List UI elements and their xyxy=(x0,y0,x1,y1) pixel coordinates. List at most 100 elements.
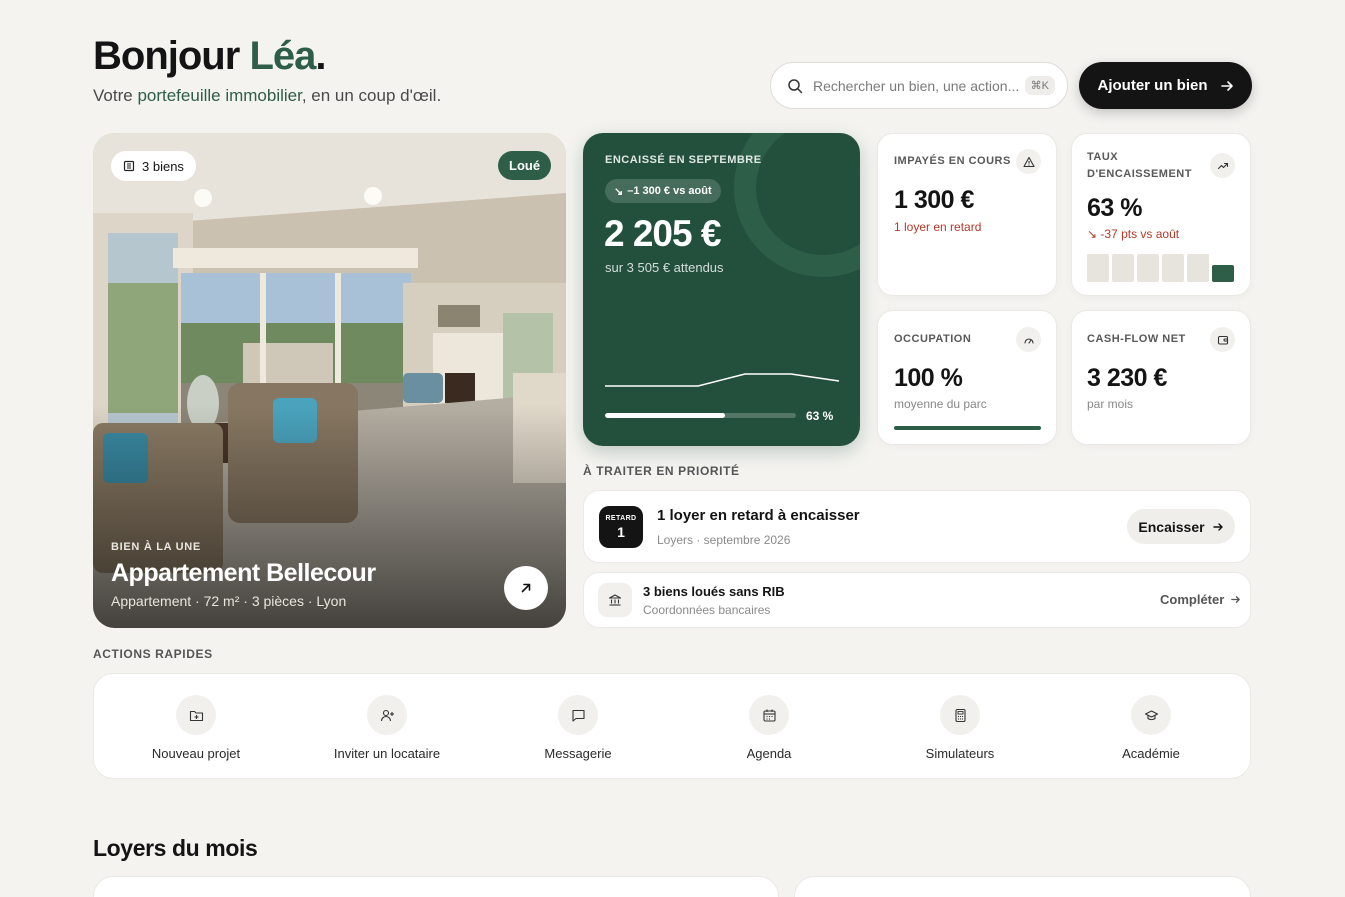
featured-eyebrow: BIEN À LA UNE xyxy=(111,541,201,553)
rents-card-right[interactable] xyxy=(794,876,1251,897)
late-badge-label: RETARD xyxy=(605,515,637,522)
quick-action-calendar[interactable]: Agenda xyxy=(674,674,864,780)
arrow-right-icon xyxy=(1220,80,1233,91)
missing-rib-title: 3 biens loués sans RIB xyxy=(643,584,785,599)
collection-rate-minichart xyxy=(1087,254,1234,282)
arrow-right-icon xyxy=(1231,596,1241,603)
search-placeholder: Rechercher un bien, une action... xyxy=(813,77,1020,94)
complete-link[interactable]: Compléter xyxy=(1160,592,1241,607)
missing-rib-task[interactable] xyxy=(583,572,1251,628)
occupancy-value: 100 % xyxy=(894,364,963,392)
rented-status-badge: Loué xyxy=(498,151,552,180)
property-count-badge[interactable]: 3 biens xyxy=(111,151,196,181)
rents-card-left[interactable] xyxy=(93,876,779,897)
folder-plus-icon xyxy=(176,695,216,735)
complete-link-label: Compléter xyxy=(1160,592,1225,607)
quick-actions-panel: Nouveau projet Inviter un locataire Mess… xyxy=(93,673,1251,779)
quick-action-label: Simulateurs xyxy=(925,746,995,761)
cashflow-label: CASH-FLOW NET xyxy=(1087,333,1186,345)
wallet-icon xyxy=(1210,327,1235,352)
collected-progress-fill xyxy=(605,413,726,418)
collect-button[interactable]: Encaisser xyxy=(1127,509,1235,544)
subtitle-suffix: , en un coup d'œil. xyxy=(301,86,442,105)
graduation-cap-icon xyxy=(1131,695,1171,735)
late-rent-title: 1 loyer en retard à encaisser xyxy=(657,507,860,524)
missing-rib-sub: Coordonnées bancaires xyxy=(643,603,771,617)
greeting-suffix: . xyxy=(315,34,326,78)
quick-action-simulators[interactable]: Simulateurs xyxy=(865,674,1055,780)
greeting: Bonjour Léa. xyxy=(93,34,327,79)
collected-delta-label: –1 300 € vs août xyxy=(627,185,712,197)
collection-rate-label: TAUX D'ENCAISSEMENT xyxy=(1087,149,1192,183)
featured-property-title: Appartement Bellecour xyxy=(111,559,376,587)
occupancy-label: OCCUPATION xyxy=(894,333,972,345)
late-badge: RETARD 1 xyxy=(599,506,643,548)
collected-progress-bar xyxy=(605,413,796,418)
featured-property-card[interactable] xyxy=(93,133,566,628)
trending-up-icon xyxy=(1210,153,1235,178)
arrow-up-right-icon xyxy=(521,583,531,593)
occupancy-progress-bar xyxy=(894,426,1041,430)
subtitle-highlight: portefeuille immobilier xyxy=(137,86,302,105)
cashflow-value: 3 230 € xyxy=(1087,364,1167,392)
trend-down-icon: ↘ xyxy=(614,185,624,198)
quick-action-label: Agenda xyxy=(746,746,792,761)
quick-action-label: Nouveau projet xyxy=(151,746,241,761)
quick-action-new-project[interactable]: Nouveau projet xyxy=(101,674,291,780)
late-badge-count: 1 xyxy=(617,524,625,540)
rents-section-title: Loyers du mois xyxy=(93,835,258,861)
minichart-bar xyxy=(1087,254,1109,282)
unpaid-sub: 1 loyer en retard xyxy=(894,220,982,234)
quick-action-label: Messagerie xyxy=(544,746,612,761)
collected-progress-label: 63 % xyxy=(806,409,834,423)
subtitle-prefix: Votre xyxy=(93,86,133,105)
gauge-icon xyxy=(1016,327,1041,352)
quick-action-messages[interactable]: Messagerie xyxy=(483,674,673,780)
greeting-prefix: Bonjour xyxy=(93,34,240,78)
search-shortcut: ⌘K xyxy=(1024,76,1055,95)
alert-triangle-icon xyxy=(1016,149,1041,174)
user-plus-icon xyxy=(367,695,407,735)
page-subtitle: Votre portefeuille immobilier, en un cou… xyxy=(93,86,441,106)
calendar-icon xyxy=(749,695,789,735)
occupancy-progress-fill xyxy=(894,426,1041,430)
collected-sparkline xyxy=(605,373,840,387)
add-property-button[interactable]: Ajouter un bien xyxy=(1079,62,1252,109)
collection-rate-sub: ↘ -37 pts vs août xyxy=(1087,227,1180,241)
collection-rate-value: 63 % xyxy=(1087,194,1142,222)
quick-action-label: Inviter un locataire xyxy=(333,746,441,761)
featured-property-details: Appartement · 72 m² · 3 pièces · Lyon xyxy=(111,593,347,609)
collected-label: ENCAISSÉ EN SEPTEMBRE xyxy=(605,154,762,166)
add-property-label: Ajouter un bien xyxy=(1097,77,1208,94)
minichart-bar xyxy=(1112,254,1134,282)
property-photo xyxy=(93,133,566,628)
collected-delta-badge: ↘ –1 300 € vs août xyxy=(605,179,721,203)
collection-rate-label-line2: D'ENCAISSEMENT xyxy=(1087,168,1192,180)
search-icon xyxy=(788,78,803,93)
building-icon xyxy=(123,160,135,172)
minichart-bar xyxy=(1137,254,1159,282)
arrow-right-icon xyxy=(1212,522,1223,531)
collected-value: 2 205 € xyxy=(604,213,721,254)
unpaid-value: 1 300 € xyxy=(894,186,974,214)
collect-button-label: Encaisser xyxy=(1138,518,1205,535)
collection-rate-label-line1: TAUX xyxy=(1087,151,1119,163)
priority-section-label: À TRAITER EN PRIORITÉ xyxy=(583,464,740,478)
minichart-bar xyxy=(1162,254,1184,282)
unpaid-label: IMPAYÉS EN COURS xyxy=(894,155,1011,167)
bank-icon xyxy=(598,583,632,617)
occupancy-sub: moyenne du parc xyxy=(894,397,987,411)
quick-action-invite-tenant[interactable]: Inviter un locataire xyxy=(292,674,482,780)
greeting-name: Léa xyxy=(249,34,316,78)
collected-expected: sur 3 505 € attendus xyxy=(605,260,724,275)
cashflow-sub: par mois xyxy=(1087,397,1134,411)
late-rent-sub: Loyers · septembre 2026 xyxy=(657,533,791,547)
search-input[interactable]: Rechercher un bien, une action... ⌘K xyxy=(770,62,1068,109)
quick-action-academy[interactable]: Académie xyxy=(1056,674,1246,780)
message-icon xyxy=(558,695,598,735)
open-property-button[interactable] xyxy=(504,566,548,610)
property-count-label: 3 biens xyxy=(142,158,184,174)
minichart-bar-current xyxy=(1212,265,1234,282)
quick-action-label: Académie xyxy=(1122,746,1180,761)
quick-actions-label: ACTIONS RAPIDES xyxy=(93,647,213,661)
